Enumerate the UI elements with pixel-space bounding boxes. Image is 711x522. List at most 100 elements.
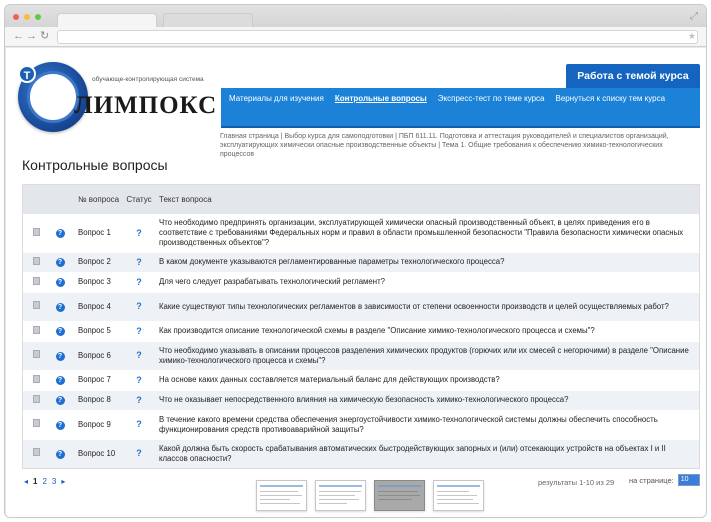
question-text[interactable]: Для чего следует разрабатывать технологи… [157,272,699,292]
reload-icon[interactable]: ↻ [40,30,49,42]
status-unanswered-icon: ? [136,256,142,267]
document-icon[interactable] [32,325,40,334]
document-icon[interactable] [32,227,40,236]
page-link[interactable]: 2 [42,477,46,486]
question-number[interactable]: Вопрос 1 [71,214,121,252]
header-text: Текст вопроса [159,194,212,204]
table-header-row: № вопроса Статус Текст вопроса [23,185,699,214]
question-text[interactable]: Какие существуют типы технологических ре… [157,292,699,321]
results-count: результаты 1-10 из 29 [538,478,615,487]
theme-work-tab[interactable]: Работа с темой курса [566,64,700,88]
bookmark-star-icon[interactable]: ★ [688,31,696,42]
question-text[interactable]: Что не оказывает непосредственного влиян… [157,390,699,410]
minimize-window-icon[interactable] [24,14,30,20]
status-unanswered-icon: ? [136,227,142,238]
status-unanswered-icon: ? [136,419,142,429]
question-number[interactable]: Вопрос 9 [71,410,121,439]
table-row[interactable]: ? Вопрос 8? Что не оказывает непосредствен… [23,390,699,410]
table-row[interactable]: ? Вопрос 6? Что необходимо указывать в опи… [23,341,699,370]
browser-window: ⤢ ← → ↻ ★ Т обучающе-контролирующая сист… [4,4,707,518]
page-link[interactable]: 3 [52,477,56,486]
main-navbar: Материалы для изучения Контрольные вопрос… [221,88,700,128]
document-icon[interactable] [32,419,40,427]
next-page-icon[interactable]: ▸ [61,477,65,486]
thumbnail[interactable] [256,480,307,511]
document-icon[interactable] [32,448,40,457]
nav-link[interactable]: Экспресс-тест по теме курса [438,94,545,103]
question-text[interactable]: Какой должна быть скорость срабатывания … [157,439,699,468]
question-number[interactable]: Вопрос 2 [71,252,121,272]
prev-page-icon[interactable]: ◂ [24,477,28,486]
browser-tab-new[interactable] [163,13,253,27]
question-number[interactable]: Вопрос 10 [71,439,121,468]
question-number[interactable]: Вопрос 6 [71,341,121,370]
document-icon[interactable] [32,374,40,383]
help-icon[interactable]: ? [55,449,65,459]
per-page-select[interactable]: 10 [677,474,700,486]
browser-tab-active[interactable] [57,13,157,27]
question-text[interactable]: В каком документе указываются регламенти… [157,252,699,272]
question-number[interactable]: Вопрос 7 [71,370,121,390]
forward-arrow-icon[interactable]: → [26,30,37,42]
table-row[interactable]: ? Вопрос 4? Какие существуют типы технолог… [23,292,699,321]
thumbnail-selected[interactable] [374,480,425,511]
help-icon[interactable]: ? [55,327,65,336]
document-icon[interactable] [32,301,40,309]
table-row[interactable]: ? Вопрос 5? Как производится описание техн… [23,321,699,341]
help-icon[interactable]: ? [55,396,65,405]
per-page-control: на странице: 10 [629,474,700,486]
question-number[interactable]: Вопрос 8 [71,390,121,410]
question-text[interactable]: Как производится описание технологическо… [157,321,699,341]
table-row[interactable]: ? Вопрос 9? В течение какого времени средс… [23,410,699,439]
site-logo[interactable]: Т обучающе-контролирующая система ЛИМПОК… [18,62,218,137]
question-text[interactable]: В течение какого времени средства обеспе… [157,410,699,439]
header-status: Статус [126,194,152,204]
window-controls [13,14,41,20]
logo-badge: Т [18,65,36,83]
table-row[interactable]: ? Вопрос 10? Какой должна быть скорость ср… [23,439,699,468]
nav-link[interactable]: Вернуться к списку тем курса [556,94,666,103]
page-link[interactable]: 1 [33,477,37,486]
document-icon[interactable] [32,256,40,265]
question-text[interactable]: Что необходимо указывать в описании проц… [157,341,699,370]
questions-table: № вопроса Статус Текст вопроса ? Вопрос 1… [22,184,700,469]
help-icon[interactable]: ? [55,351,65,361]
address-bar[interactable] [57,30,698,44]
document-icon[interactable] [32,276,40,285]
thumbnail[interactable] [315,480,366,511]
help-icon[interactable]: ? [55,229,65,238]
screenshot-thumbnails [256,480,484,511]
question-number[interactable]: Вопрос 3 [71,272,121,292]
help-icon[interactable]: ? [55,420,65,430]
browser-toolbar: ← → ↻ ★ [5,27,706,47]
status-unanswered-icon: ? [136,374,142,385]
breadcrumb[interactable]: Главная страница | Выбор курса для самоп… [220,132,695,159]
document-icon[interactable] [32,350,40,358]
nav-link[interactable]: Материалы для изучения [229,94,324,103]
help-icon[interactable]: ? [55,278,65,287]
page-title: Контрольные вопросы [22,157,168,173]
fullscreen-icon[interactable]: ⤢ [690,11,698,22]
table-row[interactable]: ? Вопрос 7? На основе каких данных составл… [23,370,699,390]
status-unanswered-icon: ? [136,448,142,459]
question-number[interactable]: Вопрос 5 [71,321,121,341]
help-icon[interactable]: ? [55,376,65,385]
table-row[interactable]: ? Вопрос 3? Для чего следует разрабатывать… [23,272,699,292]
table-row[interactable]: ? Вопрос 2? В каком документе указываются … [23,252,699,272]
status-unanswered-icon: ? [136,325,142,336]
nav-link[interactable]: Контрольные вопросы [335,94,427,103]
maximize-window-icon[interactable] [35,14,41,20]
header-number: № вопроса [78,194,120,204]
question-text[interactable]: Что необходимо предпринять организации, … [157,214,699,252]
thumbnail[interactable] [433,480,484,511]
table-row[interactable]: ? Вопрос 1? Что необходимо предпринять орг… [23,214,699,252]
document-icon[interactable] [32,394,40,403]
question-text[interactable]: На основе каких данных составляется мате… [157,370,699,390]
per-page-label: на странице: [629,475,674,485]
question-number[interactable]: Вопрос 4 [71,292,121,321]
close-window-icon[interactable] [13,14,19,20]
help-icon[interactable]: ? [55,258,65,267]
help-icon[interactable]: ? [55,302,65,312]
back-arrow-icon[interactable]: ← [13,30,24,42]
status-unanswered-icon: ? [136,350,142,360]
